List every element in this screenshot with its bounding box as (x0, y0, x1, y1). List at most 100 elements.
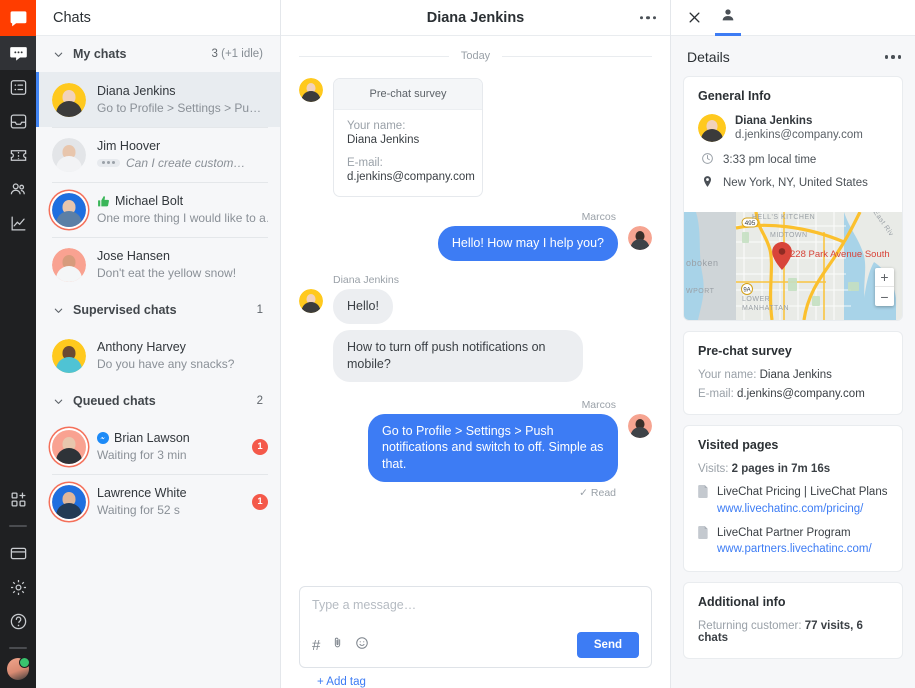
pin-icon (701, 175, 714, 191)
visited-pages-heading: Visited pages (698, 438, 779, 452)
message-list: Today Pre-chat survey Your name: Diana J… (281, 36, 670, 578)
local-time-row: 3:33 pm local time (698, 152, 888, 168)
chat-group-count: 3 (+1 idle) (211, 48, 263, 60)
details-header: Details (671, 36, 915, 76)
chat-list-item[interactable]: Jim Hoover Can I create custom… (36, 127, 280, 182)
map-zoom-in-button[interactable]: + (875, 268, 894, 287)
paperclip-icon[interactable] (331, 636, 344, 654)
chat-list-item[interactable]: Jose Hansen Don't eat the yellow snow! (36, 237, 280, 292)
map-zoom-controls[interactable]: + − (875, 268, 894, 306)
livechat-logo-icon[interactable] (0, 0, 36, 36)
chat-group-header[interactable]: My chats 3 (+1 idle) (36, 36, 280, 72)
rail-item-tickets-2[interactable] (0, 138, 36, 172)
chat-list-item[interactable]: Brian Lawson Waiting for 3 min 1 (36, 419, 280, 474)
day-divider-label: Today (460, 50, 491, 62)
prechat-email-label: E-mail: (698, 388, 734, 400)
rail-divider (9, 525, 27, 527)
send-button[interactable]: Send (576, 632, 639, 658)
rail-item-apps[interactable] (0, 482, 36, 516)
map-label: LOWER MANHATTAN (742, 296, 790, 312)
chat-group-title: Supervised chats (73, 303, 177, 317)
emoji-icon[interactable] (355, 636, 369, 655)
hash-icon[interactable]: # (312, 637, 320, 654)
message-row-outgoing: Hello! How may I help you? (299, 226, 652, 261)
chat-list-item-preview: Waiting for 52 s (97, 503, 180, 517)
conversation-header: Diana Jenkins (281, 0, 670, 36)
visits-value: 2 pages in 7m 16s (731, 463, 831, 475)
survey-name-value: Diana Jenkins (347, 134, 420, 146)
customer-identity: Diana Jenkins d.jenkins@company.com (698, 114, 888, 142)
returning-customer-row: Returning customer: 77 visits, 6 chats (698, 620, 888, 644)
map-label: WPORT (686, 288, 715, 295)
additional-info-card: Additional info Returning customer: 77 v… (683, 582, 903, 660)
avatar (52, 429, 86, 464)
avatar (52, 192, 86, 227)
chat-group-title: My chats (73, 47, 127, 61)
visited-page-url[interactable]: www.partners.livechatinc.com/ (717, 541, 872, 557)
rail-item-traffic[interactable] (0, 172, 36, 206)
message-bubble: Go to Profile > Settings > Push notifica… (368, 413, 618, 483)
conversation-panel: Diana Jenkins Today Pre-chat survey Your… (281, 0, 670, 688)
left-nav-rail (0, 0, 36, 688)
avatar (52, 82, 86, 117)
map-zoom-out-button[interactable]: − (875, 287, 894, 306)
more-horizontal-icon[interactable] (884, 55, 901, 59)
tab-customer-details[interactable] (715, 0, 741, 36)
chat-group-count: 1 (256, 304, 263, 316)
chat-list-item-preview: One more thing I would like to a… (97, 211, 268, 225)
svg-text:9A: 9A (743, 288, 750, 294)
close-icon[interactable] (687, 0, 702, 36)
chat-list-header: Chats (36, 0, 280, 36)
chevron-down-icon[interactable] (53, 396, 64, 407)
clock-icon (701, 152, 714, 168)
chat-group-header[interactable]: Queued chats 2 (36, 383, 280, 419)
visits-label: Visits: (698, 463, 729, 475)
chat-list-body[interactable]: My chats 3 (+1 idle) Diana Jenkins Go to Pr… (36, 36, 280, 688)
chat-list-item[interactable]: Lawrence White Waiting for 52 s 1 (36, 474, 280, 529)
prechat-survey-heading: Pre-chat survey (698, 344, 792, 358)
chat-group-title: Queued chats (73, 394, 156, 408)
avatar (628, 226, 652, 250)
chat-list-item-preview: Can I create custom… (97, 156, 268, 170)
composer-wrap: Type a message… # Send + Add tag (281, 578, 670, 688)
visited-page-item[interactable]: LiveChat Pricing | LiveChat Plans www.li… (698, 485, 888, 517)
chevron-down-icon[interactable] (53, 305, 64, 316)
message-row-incoming: Hello! (299, 288, 652, 324)
details-body: General Info Diana Jenkins d.jenkins@com… (671, 76, 915, 688)
avatar (698, 114, 726, 142)
chevron-down-icon[interactable] (53, 49, 64, 60)
rail-item-help[interactable] (0, 604, 36, 638)
visited-pages-card: Visited pages Visits: 2 pages in 7m 16s … (683, 425, 903, 573)
message-row-outgoing: Go to Profile > Settings > Push notifica… (299, 413, 652, 483)
prechat-email-value: d.jenkins@company.com (736, 388, 865, 400)
chat-group-header[interactable]: Supervised chats 1 (36, 292, 280, 328)
rail-item-tickets[interactable] (0, 104, 36, 138)
chat-group-count: 2 (256, 395, 263, 407)
additional-info-heading: Additional info (698, 595, 786, 610)
document-icon (698, 525, 709, 544)
location-map[interactable]: 495 9A HELL'S KITCHEN MIDTOWN oboken WPO… (684, 212, 902, 320)
chat-list-item[interactable]: Anthony Harvey Do you have any snacks? (36, 328, 280, 383)
rail-item-reports[interactable] (0, 206, 36, 240)
prechat-survey-card: Pre-chat survey Your name: Diana Jenkins… (333, 78, 483, 197)
chat-list-item-name: Diana Jenkins (97, 84, 176, 98)
rail-item-settings[interactable] (0, 570, 36, 604)
message-input[interactable]: Type a message… (312, 598, 639, 632)
message-composer[interactable]: Type a message… # Send (299, 586, 652, 668)
visited-page-url[interactable]: www.livechatinc.com/pricing/ (717, 501, 887, 517)
chat-list-panel: Chats My chats 3 (+1 idle) Diana Jenkins Go… (36, 0, 281, 688)
rail-item-archives[interactable] (0, 70, 36, 104)
chat-list-item[interactable]: Diana Jenkins Go to Profile > Settings > … (36, 72, 280, 127)
visited-page-item[interactable]: LiveChat Partner Program www.partners.li… (698, 525, 888, 558)
rail-item-chats[interactable] (0, 36, 36, 70)
current-user-avatar[interactable] (7, 657, 30, 680)
survey-email-label: E-mail: (347, 157, 383, 169)
message-bubble: Hello! How may I help you? (437, 226, 618, 261)
chat-list-item-name: Lawrence White (97, 486, 187, 500)
more-horizontal-icon[interactable] (639, 15, 656, 20)
add-tag-link[interactable]: + Add tag (299, 668, 652, 688)
rail-item-billing[interactable] (0, 536, 36, 570)
avatar (52, 137, 86, 172)
rail-divider-2 (9, 647, 27, 649)
chat-list-item[interactable]: Michael Bolt One more thing I would like … (36, 182, 280, 237)
